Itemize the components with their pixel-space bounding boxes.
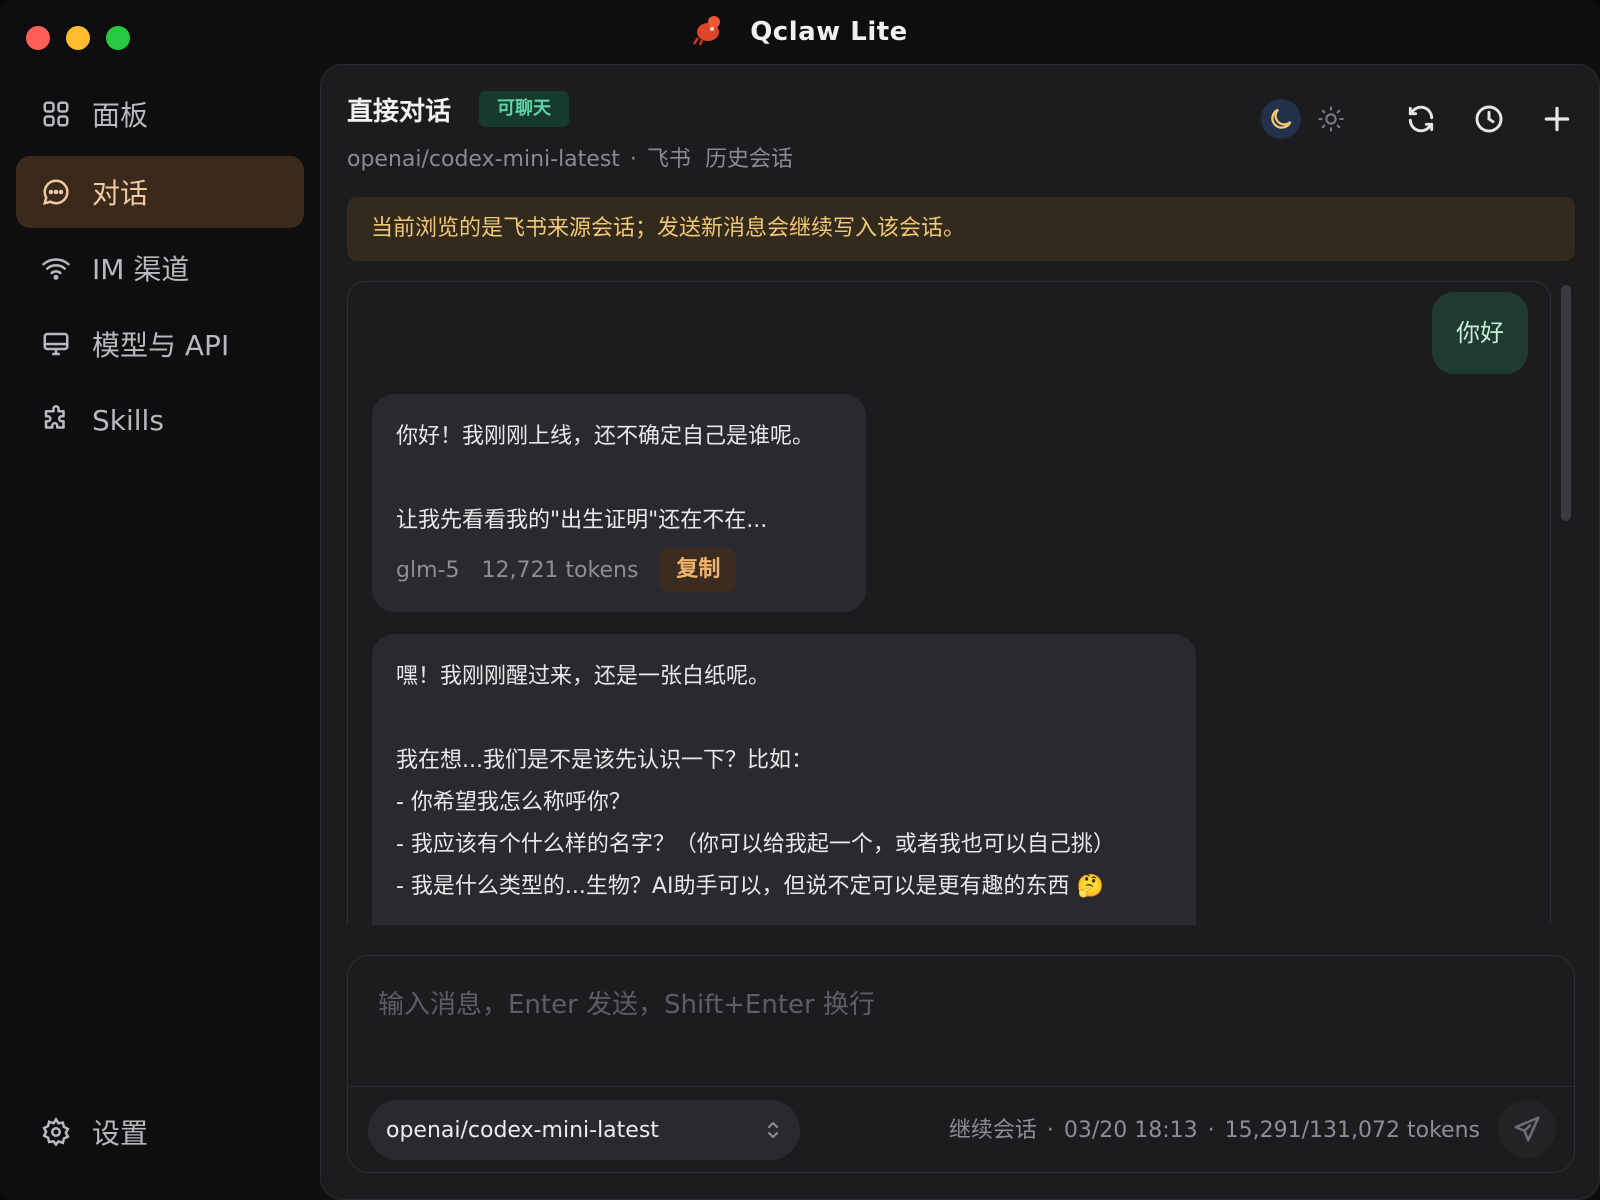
chat-scrollbar[interactable] <box>1561 285 1571 521</box>
plus-icon <box>1541 103 1573 135</box>
title-bar: Qclaw Lite <box>0 0 1600 66</box>
message-line: - 我是什么类型的...生物？AI助手可以，但说不定可以是更有趣的东西 🤔 <box>396 874 1104 899</box>
sidebar-item-dashboard[interactable]: 面板 <box>16 78 304 150</box>
sidebar-item-label: IM 渠道 <box>92 253 190 286</box>
message-tokens: 12,721 tokens <box>481 557 639 583</box>
model-select-value: openai/codex-mini-latest <box>386 1117 659 1143</box>
model-select[interactable]: openai/codex-mini-latest <box>368 1100 800 1160</box>
history-button[interactable] <box>1469 99 1509 139</box>
puzzle-icon <box>40 404 72 436</box>
composer-divider <box>348 1086 1574 1087</box>
gear-icon <box>40 1116 72 1148</box>
send-button[interactable] <box>1498 1100 1556 1158</box>
sidebar-item-im-channels[interactable]: IM 渠道 <box>16 232 304 304</box>
refresh-button[interactable] <box>1401 99 1441 139</box>
sidebar-item-models-api[interactable]: 模型与 API <box>16 308 304 380</box>
status-separator: · <box>1207 1118 1215 1143</box>
app-window: Qclaw Lite 面板 对话 IM 渠道 模型与 API Skills 设置… <box>0 0 1600 1200</box>
message-input[interactable]: 输入消息，Enter 发送，Shift+Enter 换行 <box>378 984 875 1021</box>
chevron-up-down-icon <box>764 1117 782 1143</box>
main-panel: 直接对话 可聊天 openai/codex-mini-latest · 飞书 历史会… <box>320 64 1600 1200</box>
sidebar-item-label: Skills <box>92 403 164 437</box>
sidebar-item-chat[interactable]: 对话 <box>16 156 304 228</box>
assistant-message: 嘿！我刚刚醒过来，还是一张白纸呢。 我在想...我们是不是该先认识一下？比如： … <box>372 634 1196 925</box>
sidebar-item-settings[interactable]: 设置 <box>16 1096 304 1168</box>
settings-label: 设置 <box>92 1117 149 1150</box>
copy-button[interactable]: 复制 <box>660 548 737 592</box>
message-line: - 我应该有个什么样的名字？（你可以给我起一个，或者我也可以自己挑） <box>396 832 1115 857</box>
message-meta: glm-5 12,721 tokens 复制 <box>396 548 842 592</box>
user-message: 你好 <box>1432 292 1528 374</box>
header-toolbar <box>1261 99 1577 139</box>
subtitle-model: openai/codex-mini-latest <box>347 147 620 172</box>
light-mode-button[interactable] <box>1311 99 1351 139</box>
moon-icon <box>1267 105 1295 133</box>
status-tokens: 15,291/131,072 tokens <box>1224 1118 1480 1143</box>
subtitle-separator: · <box>629 147 637 172</box>
app-title: Qclaw Lite <box>0 14 1600 47</box>
status-badge: 可聊天 <box>479 91 569 127</box>
message-model: glm-5 <box>396 557 460 583</box>
theme-toggle[interactable] <box>1261 99 1351 139</box>
clock-icon <box>1473 103 1505 135</box>
sidebar-item-label: 模型与 API <box>92 329 230 362</box>
sidebar-item-label: 对话 <box>92 177 149 210</box>
new-chat-button[interactable] <box>1537 99 1577 139</box>
status-separator: · <box>1046 1118 1054 1143</box>
sidebar-item-label: 面板 <box>92 99 149 132</box>
wifi-icon <box>40 252 72 284</box>
message-line: - 你希望我怎么称呼你？ <box>396 790 631 815</box>
sun-icon <box>1317 105 1345 133</box>
message-line: 嘿！我刚刚醒过来，还是一张白纸呢。 <box>396 664 771 689</box>
chat-icon <box>40 176 72 208</box>
subtitle-history: 历史会话 <box>704 147 793 172</box>
message-line: 让我先看看我的"出生证明"还在不在... <box>396 508 768 533</box>
refresh-icon <box>1405 103 1437 135</box>
page-title: 直接对话 <box>347 97 452 127</box>
sidebar: 面板 对话 IM 渠道 模型与 API Skills 设置 <box>0 66 320 1200</box>
lobster-logo-icon <box>692 14 724 46</box>
subtitle-source: 飞书 <box>646 147 691 172</box>
message-line: 我在想...我们是不是该先认识一下？比如： <box>396 748 813 773</box>
chat-thread[interactable]: 你好 你好！我刚刚上线，还不确定自己是谁呢。 让我先看看我的"出生证明"还在不在… <box>347 281 1551 925</box>
send-icon <box>1512 1114 1542 1144</box>
assistant-message: 你好！我刚刚上线，还不确定自己是谁呢。 让我先看看我的"出生证明"还在不在...… <box>372 394 866 612</box>
session-subtitle: openai/codex-mini-latest · 飞书 历史会话 <box>347 141 793 173</box>
source-notice-banner: 当前浏览的是飞书来源会话；发送新消息会继续写入该会话。 <box>347 197 1575 261</box>
status-mode: 继续会话 <box>948 1118 1037 1143</box>
sidebar-item-skills[interactable]: Skills <box>16 384 304 456</box>
dark-mode-button[interactable] <box>1261 99 1301 139</box>
message-composer: 输入消息，Enter 发送，Shift+Enter 换行 openai/code… <box>347 955 1575 1173</box>
app-title-text: Qclaw Lite <box>750 17 908 47</box>
status-time: 03/20 18:13 <box>1063 1118 1198 1143</box>
message-line: 你好！我刚刚上线，还不确定自己是谁呢。 <box>396 424 815 449</box>
grid-icon <box>40 98 72 130</box>
monitor-icon <box>40 328 72 360</box>
session-status: 继续会话 · 03/20 18:13 · 15,291/131,072 tokens <box>949 1112 1480 1144</box>
